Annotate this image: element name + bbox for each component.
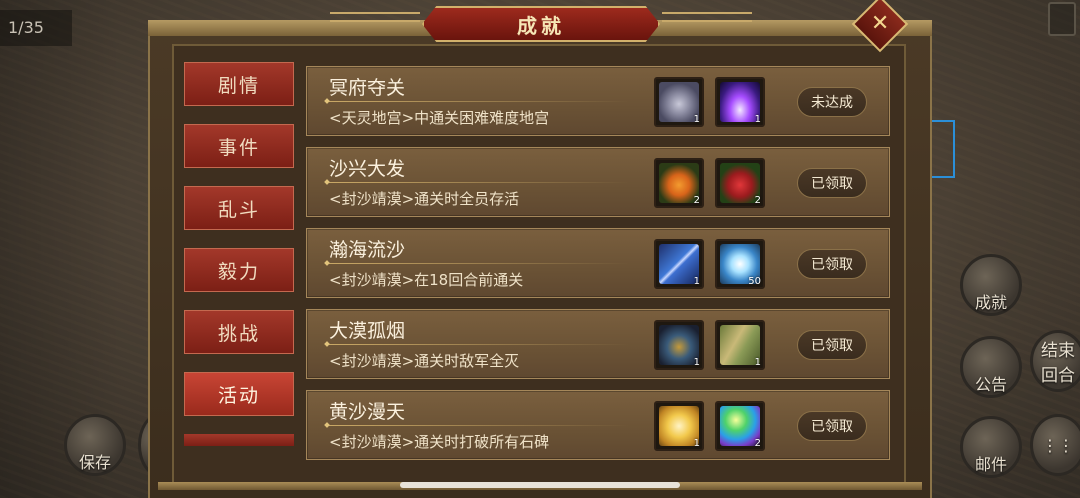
reward-count: 1: [693, 276, 700, 287]
more-icon: ⋮⋮: [1042, 435, 1074, 455]
status-button[interactable]: 未达成: [797, 87, 867, 117]
achievement-desc: <天灵地宫>中通关困难难度地宫: [329, 109, 550, 127]
reward-count: 2: [754, 438, 761, 449]
achievement-desc: <封沙靖漠>通关时打破所有石碑: [329, 433, 550, 451]
reward-item[interactable]: 2: [715, 158, 765, 208]
status-button[interactable]: 已领取: [797, 249, 867, 279]
status-button[interactable]: 已领取: [797, 330, 867, 360]
tab-partial: [184, 434, 294, 446]
achievement-button[interactable]: 成就: [960, 254, 1022, 316]
reward-item[interactable]: 1: [654, 239, 704, 289]
achievement-label: 成就: [974, 293, 1007, 312]
turn-counter: 1/35: [0, 10, 72, 46]
end-turn-button[interactable]: 结束回合: [1030, 330, 1080, 392]
achievement-row: 黄沙漫天 <封沙靖漠>通关时打破所有石碑 1 2 已领取: [306, 390, 890, 460]
row-divider: [329, 101, 629, 102]
achievement-desc: <封沙靖漠>在18回合前通关: [329, 271, 524, 289]
end-turn-label: 结束回合: [1041, 341, 1075, 386]
title-ornament-left: [330, 12, 420, 22]
reward-item[interactable]: 2: [654, 158, 704, 208]
reward-item[interactable]: 1: [715, 320, 765, 370]
reward-count: 1: [693, 438, 700, 449]
mail-label: 邮件: [974, 455, 1007, 474]
reward-item[interactable]: 1: [654, 401, 704, 451]
reward-count: 1: [754, 114, 761, 125]
home-indicator: [400, 482, 680, 488]
reward-item[interactable]: 1: [654, 320, 704, 370]
achievement-title: 沙兴大发: [329, 158, 406, 180]
reward-count: 1: [754, 357, 761, 368]
achievement-row: 沙兴大发 <封沙靖漠>通关时全员存活 2 2 已领取: [306, 147, 890, 217]
status-button[interactable]: 已领取: [797, 168, 867, 198]
achievement-title: 大漠孤烟: [329, 320, 406, 342]
close-icon: ✕: [870, 11, 890, 36]
more-menu-button[interactable]: ⋮⋮: [1030, 414, 1080, 476]
notice-label: 公告: [974, 375, 1007, 394]
reward-count: 1: [693, 114, 700, 125]
minimap-icon[interactable]: [1048, 2, 1076, 36]
achievement-desc: <封沙靖漠>通关时全员存活: [329, 190, 520, 208]
tab-challenge[interactable]: 挑战: [184, 310, 294, 354]
row-divider: [329, 263, 629, 264]
achievement-desc: <封沙靖漠>通关时敌军全灭: [329, 352, 520, 370]
tab-activity[interactable]: 活动: [184, 372, 294, 416]
reward-count: 50: [748, 276, 761, 287]
row-divider: [329, 425, 629, 426]
achievement-row: 瀚海流沙 <封沙靖漠>在18回合前通关 1 50 已领取: [306, 228, 890, 298]
achievement-row: 大漠孤烟 <封沙靖漠>通关时敌军全灭 1 1 已领取: [306, 309, 890, 379]
tab-endurance[interactable]: 毅力: [184, 248, 294, 292]
row-divider: [329, 344, 629, 345]
reward-count: 2: [693, 195, 700, 206]
reward-count: 2: [754, 195, 761, 206]
save-label: 保存: [78, 453, 111, 472]
tab-story[interactable]: 剧情: [184, 62, 294, 106]
achievement-title: 冥府夺关: [329, 77, 406, 99]
notice-button[interactable]: 公告: [960, 336, 1022, 398]
row-divider: [329, 182, 629, 183]
status-button[interactable]: 已领取: [797, 411, 867, 441]
tab-brawl[interactable]: 乱斗: [184, 186, 294, 230]
achievement-title: 瀚海流沙: [329, 239, 406, 261]
panel-title: 成就: [422, 6, 660, 42]
reward-item[interactable]: 1: [654, 77, 704, 127]
reward-item[interactable]: 2: [715, 401, 765, 451]
reward-item[interactable]: 1: [715, 77, 765, 127]
title-ornament-right: [662, 12, 752, 22]
save-button[interactable]: 保存: [64, 414, 126, 476]
achievement-row: 冥府夺关 <天灵地宫>中通关困难难度地宫 1 1 未达成: [306, 66, 890, 136]
reward-count: 1: [693, 357, 700, 368]
tab-event[interactable]: 事件: [184, 124, 294, 168]
reward-item[interactable]: 50: [715, 239, 765, 289]
achievement-title: 黄沙漫天: [329, 401, 406, 423]
mail-button[interactable]: 邮件: [960, 416, 1022, 478]
